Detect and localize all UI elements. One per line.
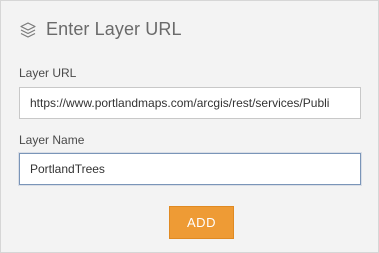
add-button[interactable]: ADD [169,206,234,239]
panel-header: Enter Layer URL [19,19,182,40]
layer-url-label: Layer URL [19,66,77,80]
layers-icon [19,21,37,39]
layer-url-input[interactable] [19,87,361,119]
panel-title: Enter Layer URL [46,19,182,39]
add-layer-panel: Enter Layer URL Layer URL Layer Name ADD [0,0,379,253]
layer-name-label: Layer Name [19,133,85,147]
layer-name-input[interactable] [19,153,361,185]
